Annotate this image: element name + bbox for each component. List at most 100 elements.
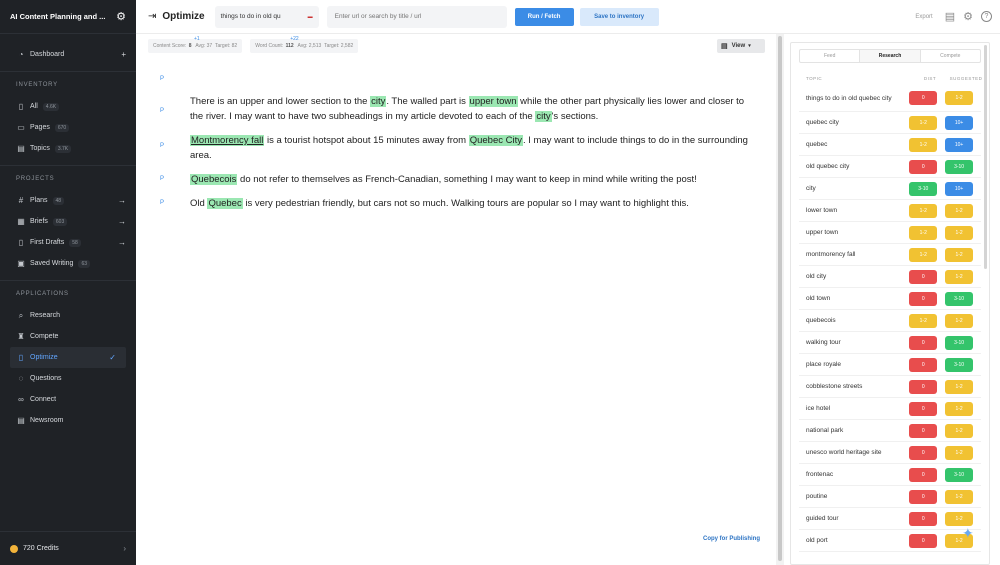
export-button[interactable]: Export bbox=[915, 14, 932, 20]
topic-term: things to do in old quebec city bbox=[806, 94, 892, 102]
topic-term: old port bbox=[806, 537, 828, 544]
sidebar-item-plans[interactable]: # Plans 48 → bbox=[0, 190, 136, 211]
page-icon: ▭ bbox=[17, 123, 25, 132]
paragraph[interactable]: P There is an upper and lower section to… bbox=[160, 94, 750, 124]
table-row[interactable]: national park 0 1-2 bbox=[799, 420, 981, 442]
dashboard-icon: ◔ bbox=[18, 50, 24, 59]
dist-badge: 3-10 bbox=[909, 181, 938, 196]
sidebar-item-optimize[interactable]: ▯ Optimize ✓ bbox=[10, 347, 126, 368]
tab-feed[interactable]: Feed bbox=[800, 50, 861, 62]
gear-icon[interactable]: ⚙ bbox=[116, 10, 126, 23]
sidebar-item-dashboard[interactable]: ◔ Dashboard + bbox=[0, 44, 136, 65]
word-value: 112 bbox=[285, 43, 294, 49]
workspace-title: AI Content Planning and ... bbox=[10, 12, 106, 21]
workspace-header[interactable]: AI Content Planning and ... ⚙ bbox=[0, 0, 136, 34]
table-row[interactable]: place royale 0 3-10 bbox=[799, 354, 981, 376]
editor-scrollbar[interactable] bbox=[776, 34, 784, 565]
table-row[interactable]: lower town 1-2 1-2 bbox=[799, 200, 981, 222]
table-row[interactable]: old port 0 1-2 bbox=[799, 530, 981, 552]
table-row[interactable]: ice hotel 0 1-2 bbox=[799, 398, 981, 420]
table-row[interactable]: montmorency fall 1-2 1-2 bbox=[799, 244, 981, 266]
run-fetch-button[interactable]: Run / Fetch bbox=[514, 7, 574, 26]
optimize-icon: ▯ bbox=[18, 353, 24, 362]
empty-paragraph[interactable]: P bbox=[160, 72, 750, 82]
sidebar-item-connect[interactable]: ∞ Connect bbox=[0, 389, 136, 410]
table-row[interactable]: guided tour 0 1-2 bbox=[799, 508, 981, 530]
view-button[interactable]: ▤ View ▾ bbox=[717, 39, 765, 53]
suggested-badge: 3-10 bbox=[945, 291, 973, 306]
topics-icon: ▤ bbox=[17, 144, 25, 153]
arrow-right-icon[interactable]: → bbox=[118, 238, 126, 247]
table-row[interactable]: old city 0 1-2 bbox=[799, 266, 981, 288]
score-bar: Content Score: 8 Avg: 37 Target: 82 +1 W… bbox=[148, 36, 366, 53]
sidebar-item-topics[interactable]: ▤ Topics 3.7K bbox=[0, 138, 136, 159]
word-target: Target: 2,582 bbox=[324, 43, 354, 49]
sidebar-item-label: Plans bbox=[30, 197, 48, 204]
document-icon[interactable]: ▤ bbox=[945, 10, 955, 23]
table-row[interactable]: old quebec city 0 3-10 bbox=[799, 156, 981, 178]
table-row[interactable]: unesco world heritage site 0 1-2 bbox=[799, 442, 981, 464]
scrollbar-thumb[interactable] bbox=[778, 36, 782, 561]
search-icon: ⌕ bbox=[18, 310, 24, 320]
paragraph[interactable]: P Old Quebec is very pedestrian friendly… bbox=[160, 196, 750, 211]
sidebar-item-saved-writing[interactable]: ▣ Saved Writing 63 bbox=[0, 253, 136, 274]
table-row[interactable]: walking tour 0 3-10 bbox=[799, 332, 981, 354]
paragraph[interactable]: P Montmorency fall is a tourist hotspot … bbox=[160, 133, 750, 163]
table-row[interactable]: quebecois 1-2 1-2 bbox=[799, 310, 981, 332]
sidebar-item-research[interactable]: ⌕ Research bbox=[0, 305, 136, 326]
paragraph-marker: P bbox=[160, 143, 165, 149]
sidebar-item-newsroom[interactable]: ▤ Newsroom bbox=[0, 410, 136, 431]
word-label: Word Count: bbox=[255, 43, 284, 49]
table-row[interactable]: old town 0 3-10 bbox=[799, 288, 981, 310]
topic-term: poutine bbox=[806, 493, 828, 500]
hash-icon: # bbox=[18, 196, 24, 205]
arrow-right-icon[interactable]: → bbox=[118, 217, 126, 226]
table-row[interactable]: quebec 1-2 10+ bbox=[799, 134, 981, 156]
word-count: Word Count: 112 Avg: 2,513 Target: 2,582… bbox=[250, 36, 359, 53]
url-search-input[interactable] bbox=[326, 5, 507, 28]
panel-scrollbar-thumb[interactable] bbox=[984, 45, 987, 269]
copy-for-publishing-link[interactable]: Copy for Publishing bbox=[703, 536, 760, 542]
sidebar-item-first-drafts[interactable]: ▯ First Drafts 58 → bbox=[0, 232, 136, 253]
arrow-right-icon[interactable]: → bbox=[118, 196, 126, 205]
topic-highlight: upper town bbox=[468, 96, 518, 107]
sidebar-item-briefs[interactable]: ▦ Briefs 603 → bbox=[0, 211, 136, 232]
sparkle-icon[interactable]: ✦ bbox=[962, 525, 974, 542]
suggested-badge: 3-10 bbox=[945, 159, 973, 174]
credits-footer[interactable]: 720 Credits › bbox=[0, 531, 136, 565]
sidebar-item-pages[interactable]: ▭ Pages 670 bbox=[0, 117, 136, 138]
suggested-badge: 10+ bbox=[945, 181, 973, 196]
keyword-select[interactable]: things to do in old qu ▬ bbox=[214, 5, 319, 28]
help-icon[interactable]: ? bbox=[981, 11, 992, 22]
table-row[interactable]: things to do in old quebec city 0 1-2 bbox=[799, 85, 981, 112]
suggested-badge: 3-10 bbox=[945, 467, 973, 482]
sidebar-item-questions[interactable]: ◌ Questions bbox=[0, 368, 136, 389]
tab-compete[interactable]: Compete bbox=[921, 50, 980, 62]
score-delta: +1 bbox=[194, 36, 200, 42]
paragraph[interactable]: P Quebecois do not refer to themselves a… bbox=[160, 172, 750, 187]
tab-research[interactable]: Research bbox=[860, 50, 921, 62]
table-row[interactable]: poutine 0 1-2 bbox=[799, 486, 981, 508]
table-row[interactable]: quebec city 1-2 10+ bbox=[799, 112, 981, 134]
dist-badge: 0 bbox=[909, 401, 938, 416]
chevron-down-icon: ▾ bbox=[748, 43, 751, 49]
table-row[interactable]: cobblestone streets 0 1-2 bbox=[799, 376, 981, 398]
editor[interactable]: Content Score: 8 Avg: 37 Target: 82 +1 W… bbox=[136, 34, 776, 565]
topic-term: upper town bbox=[806, 229, 839, 236]
topic-term: walking tour bbox=[806, 339, 841, 346]
sidebar-item-all[interactable]: ▯ All 4.6K bbox=[0, 96, 136, 117]
plus-icon[interactable]: + bbox=[121, 50, 126, 59]
count-badge: 58 bbox=[69, 238, 81, 247]
table-row[interactable]: city 3-10 10+ bbox=[799, 178, 981, 200]
save-icon: ▣ bbox=[17, 259, 25, 268]
gear-icon[interactable]: ⚙ bbox=[963, 10, 973, 23]
sidebar-item-label: Topics bbox=[30, 145, 50, 152]
dist-badge: 0 bbox=[909, 335, 938, 350]
dist-badge: 1-2 bbox=[909, 203, 938, 218]
table-row[interactable]: upper town 1-2 1-2 bbox=[799, 222, 981, 244]
table-row[interactable]: frontenac 0 3-10 bbox=[799, 464, 981, 486]
sidebar-item-compete[interactable]: ♜ Compete bbox=[0, 326, 136, 347]
dist-badge: 0 bbox=[909, 159, 938, 174]
dist-badge: 0 bbox=[909, 445, 938, 460]
save-to-inventory-button[interactable]: Save to inventory bbox=[579, 7, 659, 26]
